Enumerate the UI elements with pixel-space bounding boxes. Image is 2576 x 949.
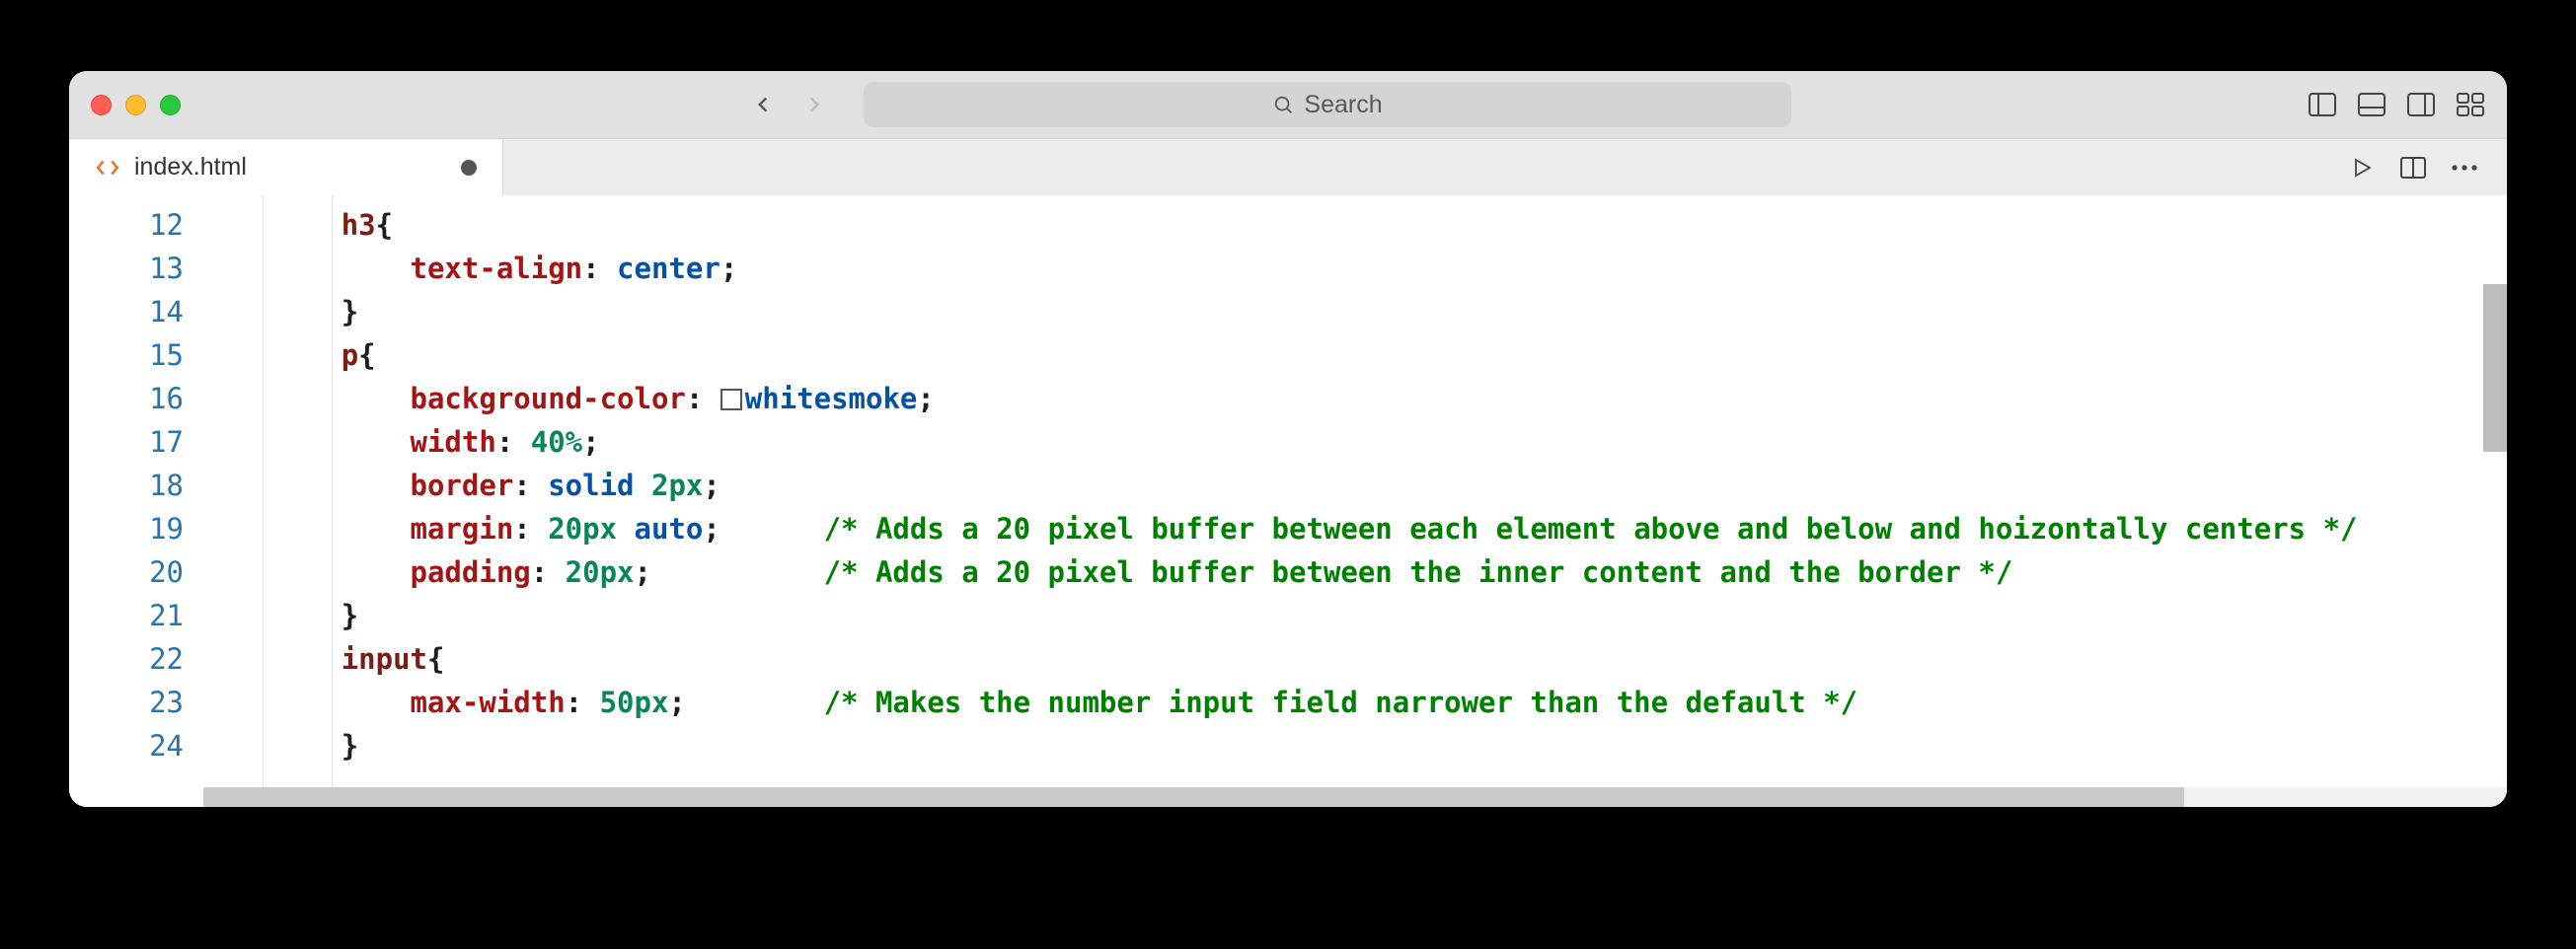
code-line: max-width: 50px; /* Makes the number inp… <box>203 681 2507 724</box>
tab-index-html[interactable]: index.html <box>69 139 503 195</box>
customize-layout-icon[interactable] <box>2456 90 2485 119</box>
line-number: 13 <box>69 247 184 290</box>
minimap-scroll-indicator[interactable] <box>2483 284 2507 452</box>
code-line: } <box>203 290 2507 333</box>
search-placeholder: Search <box>1304 91 1382 119</box>
indent-guide <box>263 195 264 807</box>
line-number: 17 <box>69 420 184 464</box>
traffic-lights <box>91 95 181 115</box>
code-line: padding: 20px; /* Adds a 20 pixel buffer… <box>203 550 2507 594</box>
toggle-primary-sidebar-icon[interactable] <box>2308 90 2337 119</box>
line-number: 24 <box>69 724 184 767</box>
code-line: border: solid 2px; <box>203 464 2507 507</box>
nav-arrows <box>749 91 828 118</box>
scrollbar-thumb[interactable] <box>203 787 2184 807</box>
code-line: margin: 20px auto; /* Adds a 20 pixel bu… <box>203 507 2507 550</box>
code-area[interactable]: h3{ text-align: center; } p{ background-… <box>203 195 2507 807</box>
line-number: 22 <box>69 637 184 681</box>
code-line: } <box>203 724 2507 767</box>
color-swatch-icon <box>720 389 742 410</box>
toggle-secondary-sidebar-icon[interactable] <box>2406 90 2436 119</box>
search-input[interactable]: Search <box>864 82 1791 127</box>
code-line: p{ <box>203 333 2507 377</box>
run-button[interactable] <box>2347 153 2377 182</box>
code-line: h3{ <box>203 203 2507 247</box>
line-number-gutter: 12131415161718192021222324 <box>69 195 203 807</box>
line-number: 12 <box>69 203 184 247</box>
html-file-icon <box>95 155 120 181</box>
line-number: 16 <box>69 377 184 420</box>
indent-guide <box>332 195 333 807</box>
line-number: 15 <box>69 333 184 377</box>
line-number: 21 <box>69 594 184 637</box>
line-number: 20 <box>69 550 184 594</box>
editor: 12131415161718192021222324 h3{ text-alig… <box>69 195 2507 807</box>
tab-filename: index.html <box>134 153 247 182</box>
tabbar: index.html <box>69 138 2507 195</box>
editor-window: Search index.html <box>69 71 2507 807</box>
line-number: 18 <box>69 464 184 507</box>
code-line: width: 40%; <box>203 420 2507 464</box>
line-number: 19 <box>69 507 184 550</box>
line-number: 23 <box>69 681 184 724</box>
code-line: } <box>203 594 2507 637</box>
code-line: background-color: whitesmoke; <box>203 377 2507 420</box>
tab-actions <box>2319 139 2507 195</box>
nav-forward-button[interactable] <box>800 91 828 118</box>
titlebar: Search <box>69 71 2507 138</box>
maximize-window-button[interactable] <box>160 95 181 115</box>
nav-back-button[interactable] <box>749 91 777 118</box>
more-actions-icon[interactable] <box>2450 153 2479 182</box>
code-line: input{ <box>203 637 2507 681</box>
minimize-window-button[interactable] <box>125 95 146 115</box>
search-icon <box>1272 94 1294 115</box>
horizontal-scrollbar[interactable] <box>203 787 2507 807</box>
toolbar-right <box>2308 90 2485 119</box>
close-window-button[interactable] <box>91 95 112 115</box>
line-number: 14 <box>69 290 184 333</box>
toggle-panel-icon[interactable] <box>2357 90 2387 119</box>
unsaved-indicator-icon <box>461 160 477 176</box>
split-editor-icon[interactable] <box>2398 153 2428 182</box>
code-line: text-align: center; <box>203 247 2507 290</box>
